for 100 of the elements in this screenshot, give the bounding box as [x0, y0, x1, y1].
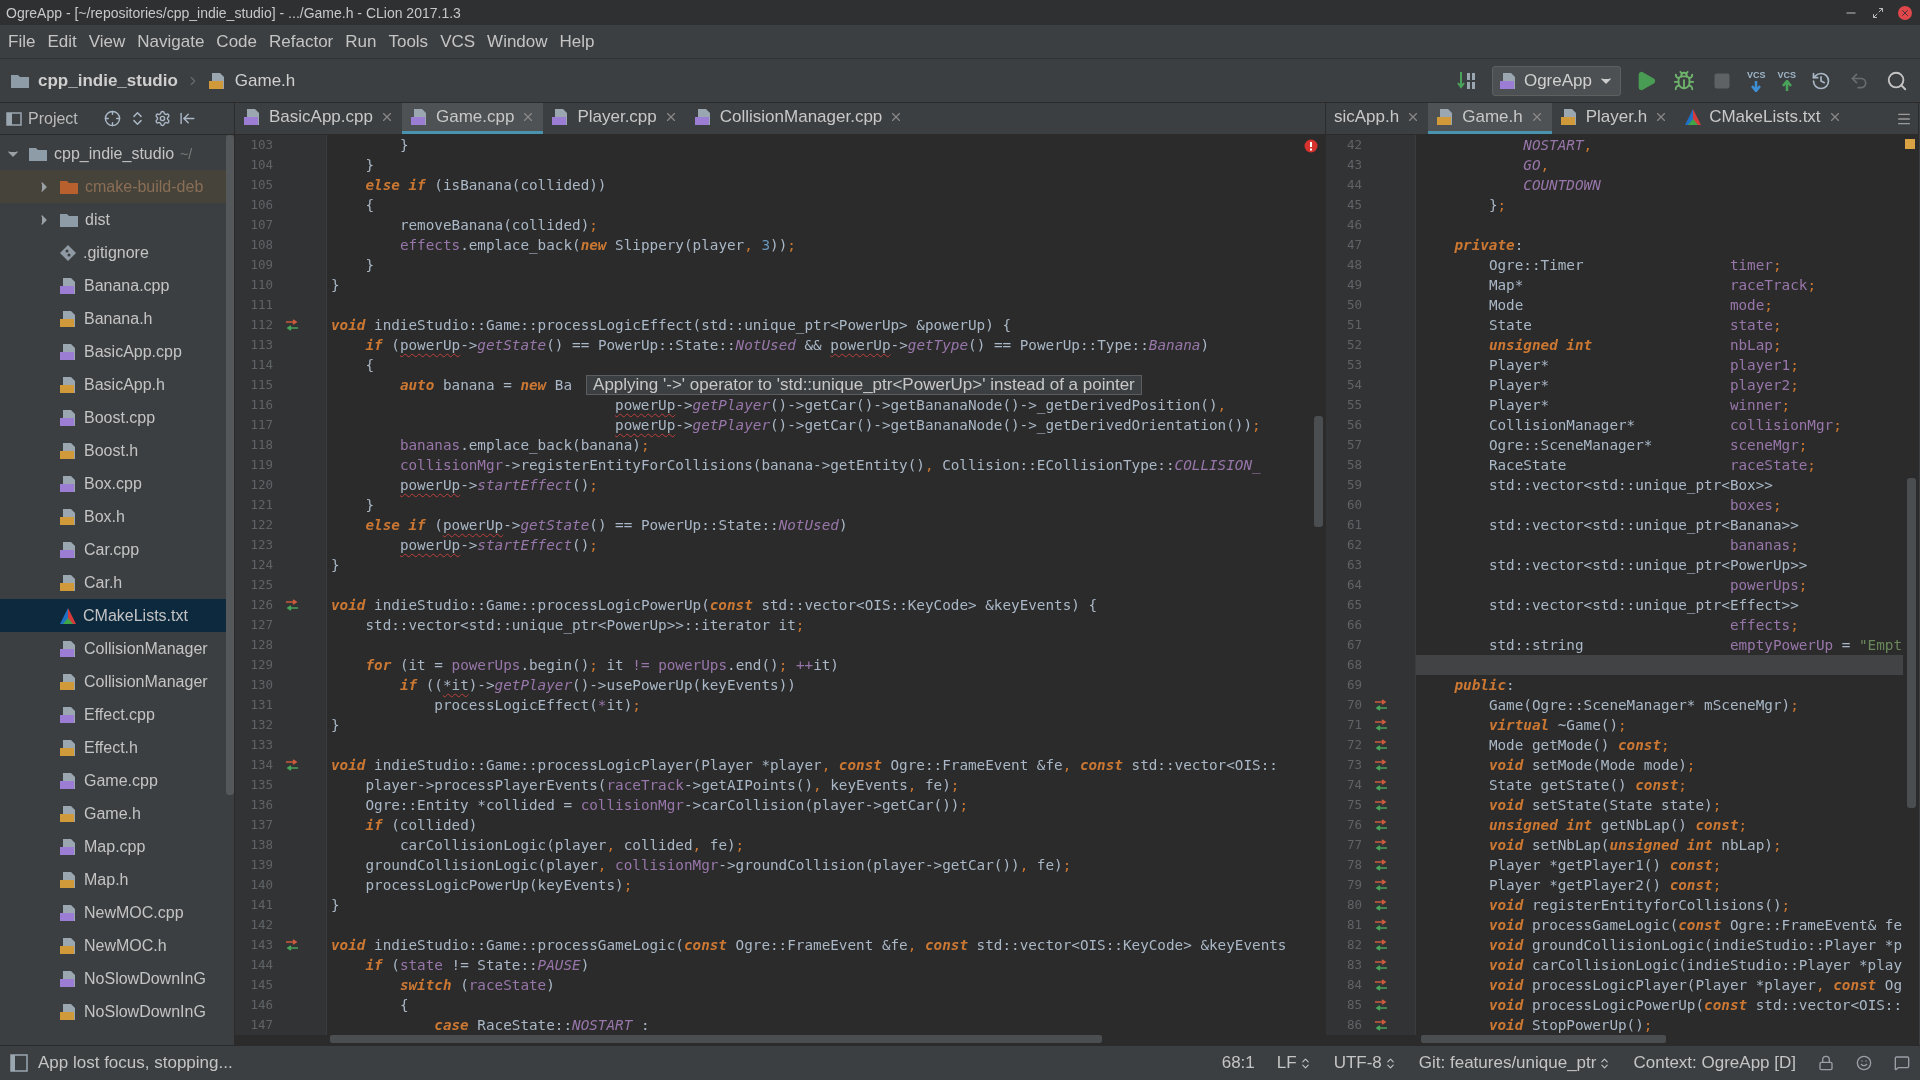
header-file-icon	[59, 441, 78, 460]
event-log-icon[interactable]	[1894, 1055, 1910, 1071]
override-arrows-icon[interactable]	[1374, 859, 1388, 871]
panel-toggle-icon[interactable]	[10, 1054, 28, 1072]
menu-item[interactable]: Help	[553, 27, 601, 56]
override-arrows-icon[interactable]	[285, 939, 299, 951]
editor-tab[interactable]: Game.cpp	[401, 103, 544, 134]
tree-item[interactable]: Game.h	[0, 797, 226, 830]
code-line: Ogre::SceneManager* sceneMgr;	[1487, 436, 1809, 455]
editor-tab[interactable]: Player.cpp	[543, 103, 686, 134]
context-selector[interactable]: Context: OgreApp [D]	[1633, 1053, 1796, 1073]
override-arrows-icon[interactable]	[1374, 1019, 1388, 1031]
tree-item[interactable]: NewMOC.cpp	[0, 896, 226, 929]
override-arrows-icon[interactable]	[1374, 819, 1388, 831]
encoding-selector[interactable]: UTF-8	[1333, 1053, 1397, 1073]
menu-item[interactable]: Edit	[41, 27, 83, 56]
menu-item[interactable]: VCS	[434, 27, 482, 56]
header-file-icon	[59, 936, 78, 955]
tree-item[interactable]: Boost.h	[0, 434, 226, 467]
tree-item[interactable]: Car.cpp	[0, 533, 226, 566]
override-arrows-icon[interactable]	[1374, 959, 1388, 971]
override-arrows-icon[interactable]	[1374, 899, 1388, 911]
tree-item[interactable]: Map.h	[0, 863, 226, 896]
editor-tab[interactable]: BasicApp.cpp	[235, 103, 402, 134]
vertical-scrollbar[interactable]	[226, 135, 234, 795]
tree-item[interactable]: Box.cpp	[0, 467, 226, 500]
menu-item[interactable]: Window	[481, 27, 554, 56]
tree-item[interactable]: Banana.cpp	[0, 269, 226, 302]
tree-item[interactable]: Effect.h	[0, 731, 226, 764]
override-arrows-icon[interactable]	[285, 599, 299, 611]
editor-tab[interactable]: CollisionManager.cpp	[685, 103, 912, 134]
override-arrows-icon[interactable]	[1374, 719, 1388, 731]
tree-item[interactable]: BasicApp.cpp	[0, 335, 226, 368]
code-line: effects.emplace_back(new Slippery(player, 3));	[398, 236, 797, 255]
tree-item[interactable]: CollisionManager	[0, 665, 226, 698]
locate-icon[interactable]	[103, 110, 121, 127]
error-icon[interactable]	[1304, 139, 1318, 153]
tree-item[interactable]: Car.h	[0, 566, 226, 599]
tree-item[interactable]: Effect.cpp	[0, 698, 226, 731]
tree-item[interactable]: .gitignore	[0, 236, 226, 269]
editor-tab[interactable]: CMakeLists.txt	[1676, 103, 1850, 134]
cpp-file-icon	[59, 408, 78, 427]
tree-item[interactable]: dist	[0, 203, 226, 236]
git-branch-selector[interactable]: Git: features/unique_ptr	[1418, 1053, 1612, 1073]
tree-item[interactable]: Map.cpp	[0, 830, 226, 863]
override-arrows-icon[interactable]	[285, 319, 299, 331]
breadcrumb[interactable]: Game.h	[207, 70, 296, 91]
override-arrows-icon[interactable]	[1374, 759, 1388, 771]
override-arrows-icon[interactable]	[1374, 799, 1388, 811]
override-arrows-icon[interactable]	[1374, 919, 1388, 931]
tree-item[interactable]: NoSlowDownInG	[0, 962, 226, 995]
menu-item[interactable]: View	[82, 27, 132, 56]
menu-item[interactable]: File	[2, 27, 42, 56]
maximize-icon[interactable]	[1872, 6, 1884, 19]
horizontal-scrollbar[interactable]	[1421, 1035, 1666, 1043]
lock-icon[interactable]	[1818, 1055, 1834, 1071]
settings-icon[interactable]	[153, 110, 171, 127]
tree-item[interactable]: Banana.h	[0, 302, 226, 335]
tree-item[interactable]: CollisionManager	[0, 632, 226, 665]
tree-item[interactable]: CMakeLists.txt	[0, 599, 226, 632]
vcs-update-button[interactable]: VCS	[1746, 69, 1766, 92]
caret-position[interactable]: 68:1	[1221, 1053, 1255, 1073]
menu-item[interactable]: Run	[339, 27, 383, 56]
menu-item[interactable]: Tools	[382, 27, 435, 56]
tree-item[interactable]: Game.cpp	[0, 764, 226, 797]
project-panel-title[interactable]: Project	[6, 109, 78, 128]
code-line: void indieStudio::Game::processLogicEffect(std::unique_ptr<PowerUp> &powerUp) {	[330, 316, 1012, 335]
line-separator-selector[interactable]: LF	[1276, 1053, 1312, 1073]
warning-marker-icon	[1905, 139, 1915, 149]
hide-panel-icon[interactable]	[178, 110, 196, 127]
tree-item[interactable]: cpp_indie_studio ~/	[0, 137, 226, 170]
override-arrows-icon[interactable]	[1374, 739, 1388, 751]
menu-item[interactable]: Navigate	[131, 27, 211, 56]
tree-item[interactable]: Boost.cpp	[0, 401, 226, 434]
menu-item[interactable]: Code	[210, 27, 263, 56]
tree-item[interactable]: NoSlowDownInG	[0, 995, 226, 1028]
run-configuration-dropdown[interactable]: OgreApp	[1491, 65, 1621, 96]
editor-area[interactable]	[1326, 135, 1903, 1035]
tree-item[interactable]: NewMOC.h	[0, 929, 226, 962]
code-line: void processGameLogic(const Ogre::FrameEvent& fe	[1487, 916, 1903, 935]
horizontal-scrollbar[interactable]	[330, 1035, 1102, 1043]
editor-tab[interactable]: Game.h	[1428, 103, 1552, 134]
override-arrows-icon[interactable]	[1374, 879, 1388, 891]
override-arrows-icon[interactable]	[1374, 699, 1388, 711]
vcs-commit-button[interactable]: VCS	[1777, 69, 1796, 92]
face-icon[interactable]	[1856, 1055, 1872, 1071]
tree-item[interactable]: BasicApp.h	[0, 368, 226, 401]
tree-item[interactable]: Box.h	[0, 500, 226, 533]
menu-item[interactable]: Refactor	[263, 27, 340, 56]
vertical-scrollbar[interactable]	[1907, 478, 1916, 808]
override-arrows-icon[interactable]	[1374, 839, 1388, 851]
editor-tab[interactable]: sicApp.h	[1326, 103, 1429, 134]
override-arrows-icon[interactable]	[285, 759, 299, 771]
override-arrows-icon[interactable]	[1374, 979, 1388, 991]
override-arrows-icon[interactable]	[1374, 939, 1388, 951]
breadcrumb[interactable]: cpp_indie_studio	[10, 70, 178, 91]
override-arrows-icon[interactable]	[1374, 999, 1388, 1011]
vertical-scrollbar[interactable]	[1314, 416, 1323, 527]
editor-tab[interactable]: Player.h	[1551, 103, 1677, 134]
override-arrows-icon[interactable]	[1374, 779, 1388, 791]
